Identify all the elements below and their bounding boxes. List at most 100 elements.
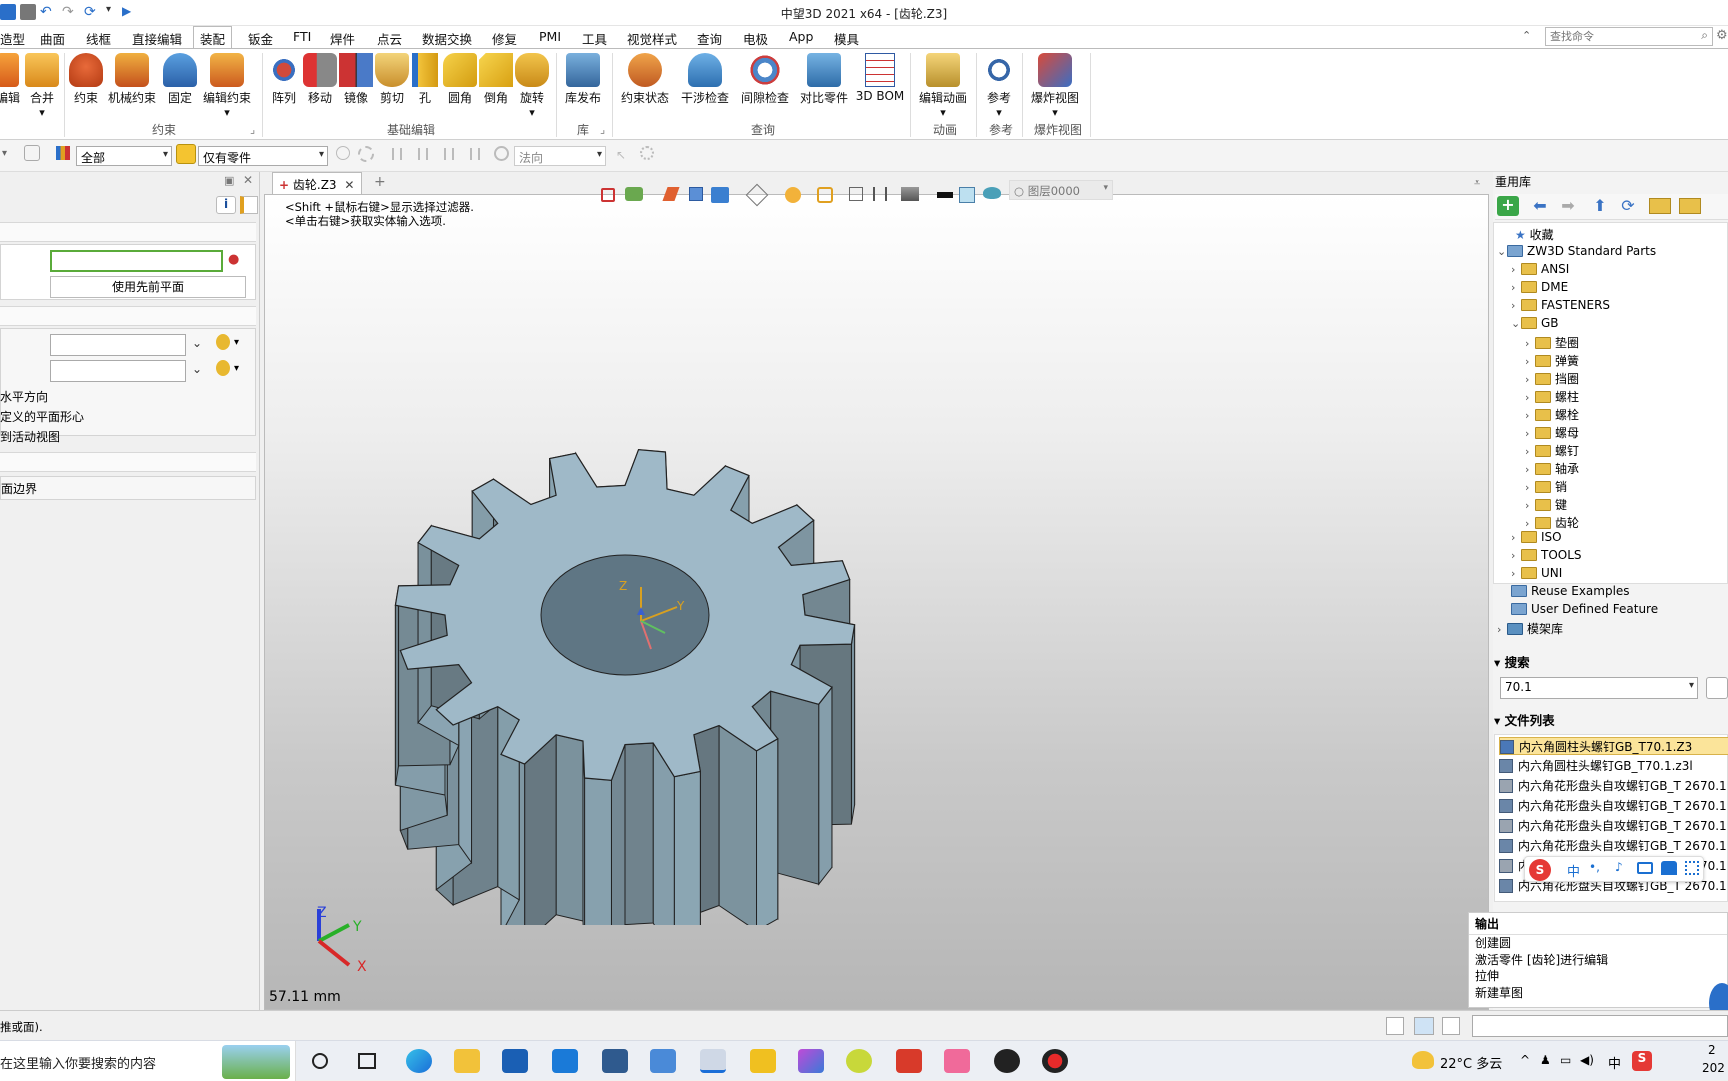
- display-icon[interactable]: [625, 187, 643, 201]
- compare-parts-button[interactable]: 对比零件: [796, 53, 852, 106]
- tree-item-gb-child[interactable]: › 螺柱: [1525, 388, 1579, 405]
- pin-icon[interactable]: ▣: [224, 174, 234, 187]
- weather-icon[interactable]: [1412, 1051, 1434, 1069]
- chevron-right-icon[interactable]: ›: [1525, 391, 1535, 404]
- feishu-icon[interactable]: [650, 1049, 676, 1073]
- app-icon[interactable]: [846, 1049, 872, 1073]
- record-icon[interactable]: [1042, 1049, 1068, 1073]
- network-icon[interactable]: ▭: [1560, 1053, 1571, 1067]
- double-chevron-icon[interactable]: ⌄: [192, 362, 202, 376]
- normal-direction-select[interactable]: 法向: [514, 146, 606, 166]
- hole-button[interactable]: 孔: [410, 53, 440, 106]
- use-previous-plane-button[interactable]: 使用先前平面: [50, 276, 246, 298]
- panel-section-header[interactable]: [0, 222, 256, 242]
- command-search-box[interactable]: ⌕: [1545, 27, 1713, 46]
- taskbar-search[interactable]: 在这里输入你要搜索的内容: [0, 1041, 296, 1081]
- chevron-down-icon[interactable]: ▾: [2, 148, 7, 159]
- microphone-icon[interactable]: ●: [228, 252, 239, 267]
- refresh-icon[interactable]: ⟳: [1617, 196, 1639, 216]
- fix-button[interactable]: 固定: [160, 53, 200, 106]
- tree-item-user-defined[interactable]: User Defined Feature: [1511, 602, 1658, 616]
- ime-toolbar[interactable]: S 中 •, ♪: [1524, 856, 1704, 882]
- tree-item[interactable]: › DME: [1511, 280, 1568, 294]
- group-expand-icon[interactable]: ⌟: [600, 123, 605, 136]
- menu-item[interactable]: PMI: [539, 29, 561, 44]
- tree-item-gb-child[interactable]: › 挡圈: [1525, 370, 1579, 387]
- line-style-icon[interactable]: [937, 192, 953, 198]
- menu-item[interactable]: 曲面: [40, 29, 65, 48]
- calculator-icon[interactable]: [602, 1049, 628, 1073]
- file-list-item[interactable]: 内六角花形盘头自攻螺钉GB_T 2670.1 F.: [1499, 817, 1728, 835]
- sogou-icon[interactable]: S: [1529, 859, 1551, 881]
- tree-item-gb-child[interactable]: › 键: [1525, 496, 1567, 513]
- edit-animation-button[interactable]: 编辑动画 ▾: [914, 53, 972, 119]
- menu-item[interactable]: 焊件: [330, 29, 355, 48]
- chevron-right-icon[interactable]: ›: [1511, 549, 1521, 562]
- chevron-right-icon[interactable]: ›: [1525, 373, 1535, 386]
- part-filter-icon[interactable]: [176, 144, 196, 164]
- mail-icon[interactable]: [552, 1049, 578, 1073]
- tree-item-gb-child[interactable]: › 轴承: [1525, 460, 1579, 477]
- face-boundary-row[interactable]: 面边界: [0, 476, 256, 500]
- reference-button[interactable]: 参考 ▾: [980, 53, 1018, 119]
- tree-item-gb-child[interactable]: › 螺钉: [1525, 442, 1579, 459]
- toolbox-icon[interactable]: [1685, 861, 1699, 875]
- tray-up-icon[interactable]: ^: [1520, 1053, 1530, 1067]
- folder-icon[interactable]: [1649, 198, 1671, 214]
- menu-item[interactable]: 修复: [492, 29, 517, 48]
- command-search-input[interactable]: [1546, 28, 1686, 44]
- tree-item-gb-child[interactable]: › 弹簧: [1525, 352, 1579, 369]
- chevron-right-icon[interactable]: ›: [1511, 263, 1521, 276]
- ime-lang-indicator[interactable]: 中: [1567, 861, 1580, 880]
- library-search-select[interactable]: 70.1: [1500, 677, 1698, 699]
- menu-item[interactable]: 工具: [582, 29, 607, 48]
- sogou-tray-icon[interactable]: S: [1632, 1051, 1652, 1071]
- tree-item-favorites[interactable]: ★ 收藏: [1515, 226, 1554, 243]
- tree-item-gb[interactable]: ⌄ GB: [1511, 316, 1559, 330]
- microphone-icon[interactable]: ♪: [1615, 860, 1623, 874]
- tree-item-reuse-examples[interactable]: Reuse Examples: [1511, 584, 1630, 598]
- file-list-item[interactable]: 内六角圆柱头螺钉GB_T70.1.z3l: [1499, 757, 1728, 775]
- filter-type-select[interactable]: 全部: [76, 146, 172, 166]
- menu-item[interactable]: 钣金: [248, 29, 273, 48]
- mirror-button[interactable]: 镜像: [338, 53, 374, 106]
- new-tab-icon[interactable]: +: [374, 174, 386, 190]
- chevron-right-icon[interactable]: ›: [1525, 481, 1535, 494]
- layer-select[interactable]: ○ 图层0000 ▾: [1009, 180, 1113, 200]
- tree-item-gb-child[interactable]: › 销: [1525, 478, 1567, 495]
- tree-item-gb-child[interactable]: › 齿轮: [1525, 514, 1579, 531]
- menu-item[interactable]: FTI: [293, 29, 311, 44]
- chevron-right-icon[interactable]: ›: [1497, 623, 1507, 636]
- menu-item[interactable]: 造型: [0, 29, 25, 48]
- render-icon[interactable]: [785, 187, 801, 203]
- store-icon[interactable]: [502, 1049, 528, 1073]
- back-icon[interactable]: ⬅: [1529, 196, 1551, 216]
- keyboard-icon[interactable]: [1637, 862, 1653, 874]
- menu-item[interactable]: 数据交换: [422, 29, 472, 48]
- edit-constraint-button[interactable]: 编辑约束 ▾: [200, 53, 254, 119]
- tree-item-root[interactable]: ⌄ ZW3D Standard Parts: [1497, 244, 1656, 258]
- search-icon[interactable]: [1706, 677, 1728, 699]
- filter-icon[interactable]: [56, 146, 70, 160]
- menu-item-active[interactable]: 装配: [193, 26, 233, 49]
- tree-item[interactable]: › TOOLS: [1511, 548, 1582, 562]
- edit-button[interactable]: 编辑: [0, 53, 20, 106]
- plane-input[interactable]: [50, 250, 223, 272]
- panel-section-header[interactable]: [0, 306, 256, 326]
- shade-icon[interactable]: [817, 187, 833, 203]
- tree-item[interactable]: › UNI: [1511, 566, 1562, 580]
- chevron-right-icon[interactable]: ›: [1525, 337, 1535, 350]
- chamfer-button[interactable]: 倒角: [478, 53, 514, 106]
- option-input-1[interactable]: [50, 334, 186, 356]
- constraint-button[interactable]: 约束: [66, 53, 106, 106]
- chevron-down-icon[interactable]: ⌄: [1511, 317, 1521, 330]
- section-icon[interactable]: [873, 187, 887, 201]
- explode-view-button[interactable]: 爆炸视图 ▾: [1026, 53, 1084, 119]
- cut-button[interactable]: 剪切: [374, 53, 410, 106]
- cortana-icon[interactable]: [312, 1053, 328, 1069]
- ribbon-collapse-icon[interactable]: ⌃: [1522, 29, 1531, 42]
- chevron-right-icon[interactable]: ›: [1525, 427, 1535, 440]
- menu-item[interactable]: 查询: [697, 29, 722, 48]
- forward-icon[interactable]: ➡: [1557, 196, 1579, 216]
- fillet-button[interactable]: 圆角: [442, 53, 478, 106]
